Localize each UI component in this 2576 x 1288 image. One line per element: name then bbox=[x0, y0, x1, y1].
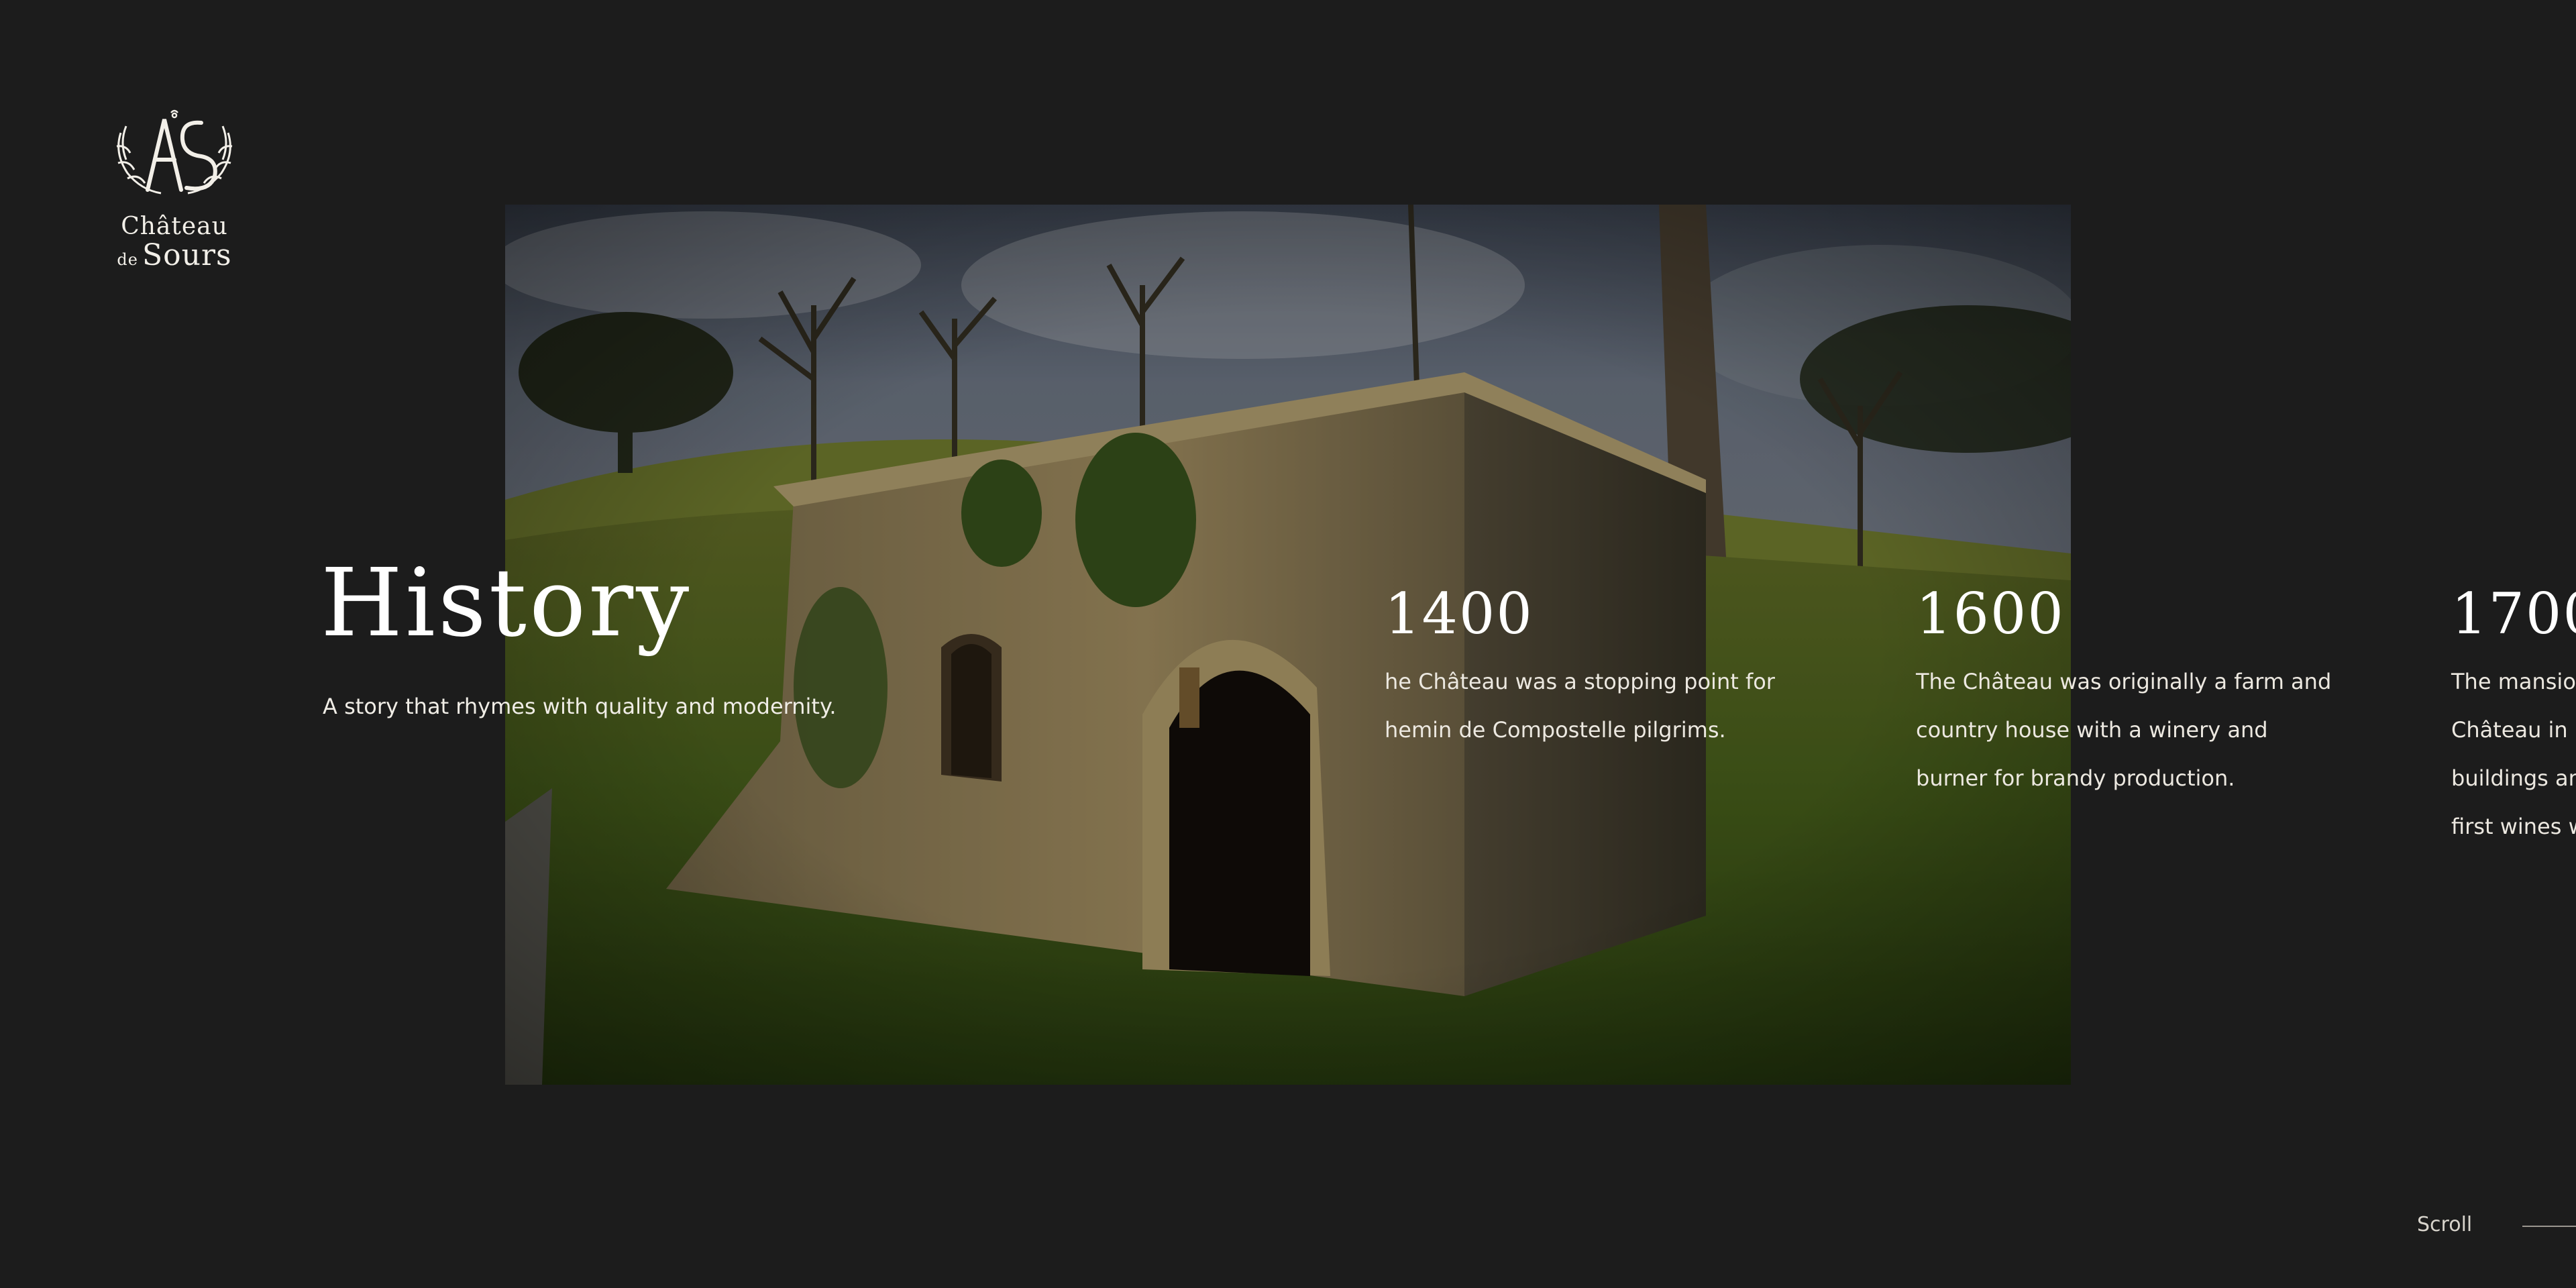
logo-wordmark-bottom: de Sours bbox=[101, 240, 248, 275]
timeline-line: Château in 1 bbox=[2451, 717, 2576, 743]
timeline-line: first wines w bbox=[2451, 814, 2576, 839]
timeline-line: The mansion bbox=[2451, 669, 2576, 694]
page-subtitle: A story that rhymes with quality and mod… bbox=[323, 694, 837, 719]
logo-wordmark-top: Château bbox=[121, 213, 228, 240]
timeline-line: country house with a winery and bbox=[1916, 717, 2268, 743]
scroll-hint-line bbox=[2522, 1226, 2576, 1227]
chateau-logo[interactable]: Château de Sours bbox=[101, 106, 248, 275]
timeline-line: hemin de Compostelle pilgrims. bbox=[1385, 717, 1726, 743]
history-page: Château de Sours History A story that rh… bbox=[0, 0, 2576, 1288]
page-title: History bbox=[321, 549, 692, 658]
timeline-entry-1700: 1700 The mansion Château in 1 buildings … bbox=[2451, 577, 2576, 851]
logo-wordmark-main: Sours bbox=[142, 238, 232, 272]
hero-photo bbox=[505, 205, 2071, 1085]
timeline-line: The Château was originally a farm and bbox=[1916, 669, 2332, 694]
timeline-year: 1600 bbox=[1916, 581, 2065, 647]
scroll-hint-label[interactable]: Scroll bbox=[2417, 1212, 2472, 1238]
timeline-line: buildings and bbox=[2451, 765, 2576, 791]
timeline-line: burner for brandy production. bbox=[1916, 765, 2235, 791]
timeline-entry-1400: 1400 he Château was a stopping point for… bbox=[1385, 577, 1814, 754]
timeline-year: 1400 bbox=[1385, 581, 1534, 647]
timeline-description: The mansion Château in 1 buildings and f… bbox=[2451, 657, 2576, 851]
timeline-entry-1600: 1600 The Château was originally a farm a… bbox=[1916, 577, 2345, 802]
monogram-crest-icon bbox=[116, 109, 233, 195]
timeline-description: The Château was originally a farm and co… bbox=[1916, 657, 2345, 802]
timeline-line: he Château was a stopping point for bbox=[1385, 669, 1775, 694]
timeline-year: 1700 bbox=[2451, 581, 2576, 647]
timeline-description: he Château was a stopping point for hemi… bbox=[1385, 657, 1814, 754]
logo-wordmark-prefix: de bbox=[117, 250, 138, 269]
